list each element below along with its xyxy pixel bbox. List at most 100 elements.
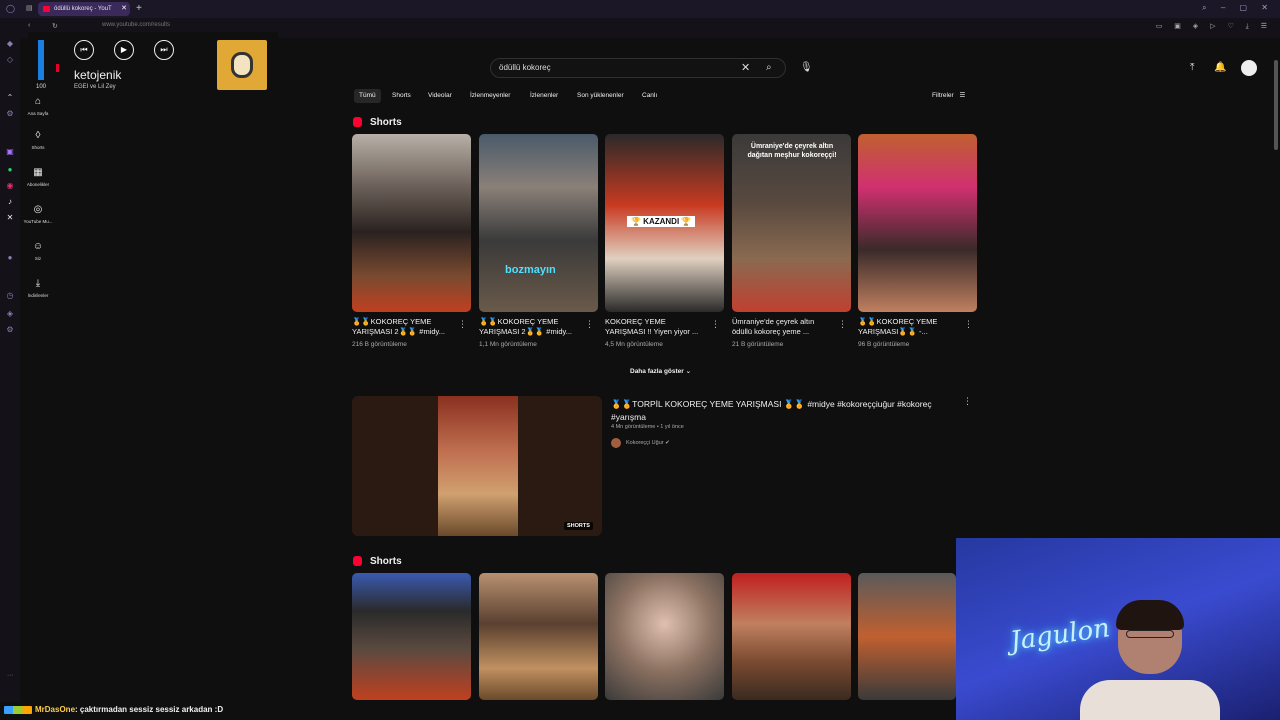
show-more-button[interactable]: Daha fazla göster ⌄ [630,367,691,375]
avatar[interactable] [1241,60,1257,76]
sidebar-settings-icon[interactable]: ⚙ [4,108,16,120]
volume-fill [38,40,44,80]
chip-recent[interactable]: Son yüklenenler [572,89,629,103]
back-icon[interactable]: ‹ [28,22,30,29]
short-thumbnail[interactable] [732,573,851,700]
short-thumbnail[interactable] [479,573,598,700]
thumbnail-overlay-text: 🏆 KAZANDI 🏆 [627,216,696,227]
chip-all[interactable]: Tümü [354,89,381,103]
recording-indicator [56,64,59,72]
previous-track-button[interactable]: ⏮ [74,40,94,60]
browser-tab-bar [0,0,1280,18]
short-thumbnail-3[interactable]: 🏆 KAZANDI 🏆 [605,134,724,312]
short-title[interactable]: 🏅🏅KOKOREÇ YEME YARIŞMASI 2🏅🏅 #midy... [479,317,579,337]
search-icon[interactable]: ⌕ [766,62,772,73]
album-art [217,40,267,90]
guide-downloads[interactable]: ⤓ İndirilenler [20,278,56,298]
sidebar-whatsapp-icon[interactable]: ● [4,164,16,176]
short-thumbnail[interactable] [352,573,471,700]
next-track-button[interactable]: ⏭ [154,40,174,60]
sidebar-aria-icon[interactable]: ◆ [4,38,16,50]
guide-subscriptions[interactable]: ▦ Abonelikler [20,167,56,187]
guide-you[interactable]: ☺ Siz [20,241,56,261]
guide-label: Ana Sayfa [27,111,49,116]
short-thumbnail[interactable] [858,573,956,700]
scrollbar[interactable] [1274,60,1278,150]
video-title[interactable]: 🏅🏅TORPİL KOKOREÇ YEME YARIŞMASI 🏅🏅 #midy… [611,398,951,424]
reload-icon[interactable]: ↻ [52,22,58,30]
notifications-bell-icon[interactable]: 🔔 [1214,62,1226,73]
browser-tab-active[interactable]: ödüllü kokoreç - YouT ✕ [38,2,130,16]
more-options-icon[interactable]: ⋮ [838,319,847,330]
microphone-icon[interactable]: 🎙 [800,62,813,73]
opera-logo-icon[interactable]: ◯ [6,4,15,13]
sidebar-arrow-icon[interactable]: ⌃ [4,92,16,104]
more-options-icon[interactable]: ⋮ [458,319,467,330]
short-views: 216 B görüntüleme [352,341,407,348]
webcam-glasses [1126,630,1174,638]
short-thumbnail-4[interactable]: Ümraniye'de çeyrek altın dağıtan meşhur … [732,134,851,312]
filters-button[interactable]: Filtreler ☰ [932,91,965,99]
chip-watched[interactable]: İzlenenler [525,89,563,103]
new-tab-button[interactable]: + [136,2,142,16]
filters-label: Filtreler [932,92,954,99]
short-views: 4,5 Mn görüntüleme [605,341,663,348]
chip-live[interactable]: Canlı [637,89,662,103]
webcam-hair [1116,600,1184,630]
guide-shorts[interactable]: ◊ Shorts [20,130,56,150]
sidebar-player-icon[interactable]: ● [4,252,16,264]
shorts-heading: Shorts [370,117,402,128]
thumbnail-overlay-text: Ümraniye'de çeyrek altın dağıtan meşhur … [747,143,837,159]
channel-avatar[interactable] [611,438,621,448]
volume-slider[interactable] [38,40,44,80]
video-thumbnail[interactable] [352,396,602,536]
sidebar-tiktok-icon[interactable]: ♪ [4,196,16,208]
more-options-icon[interactable]: ⋮ [964,319,973,330]
short-title[interactable]: 🏅🏅KOKOREÇ YEME YARIŞMASI🏅🏅 -... [858,317,958,337]
short-title[interactable]: KOKOREÇ YEME YARIŞMASI !! Yiyen yiyor ..… [605,317,705,337]
thumbnail-overlay-text: bozmayın [505,264,556,276]
sidebar-instagram-icon[interactable]: ◉ [4,180,16,192]
chip-shorts[interactable]: Shorts [387,89,416,103]
filters-icon: ☰ [959,92,966,99]
chat-username: MrDasOne [35,705,76,714]
sidebar-history-icon[interactable]: ◷ [4,290,16,302]
sidebar-shop-icon[interactable]: ◇ [4,54,16,66]
short-thumbnail-5[interactable] [858,134,977,312]
upload-icon[interactable]: ⤒ [1190,62,1194,73]
short-views: 1,1 Mn görüntüleme [479,341,537,348]
short-thumbnail[interactable] [605,573,724,700]
chip-videos[interactable]: Videolar [423,89,457,103]
guide-label: İndirilenler [27,293,49,298]
guide-youtube-music[interactable]: ◎ YouTube Mu... [20,204,56,224]
window-controls[interactable]: ⌕ – ▢ ✕ [1202,3,1274,13]
short-title[interactable]: Ümraniye'de çeyrek altın ödüllü kokoreç … [732,317,832,337]
guide-home[interactable]: ⌂ Ana Sayfa [20,96,56,116]
sidebar-twitch-icon[interactable]: ▣ [4,146,16,158]
extension-icons[interactable]: ▭ ▣ ◈ ▷ ♡ ⤓ ☰ [1156,22,1272,31]
channel-name[interactable]: Kokoreççi Uğur ✔ [626,440,670,446]
more-options-icon[interactable]: ⋮ [711,319,720,330]
guide-label: YouTube Mu... [23,219,53,224]
sidebar-x-icon[interactable]: ✕ [4,212,16,224]
chip-unwatched[interactable]: İzlenmeyenler [465,89,515,103]
short-title[interactable]: 🏅🏅KOKOREÇ YEME YARIŞMASI 2🏅🏅 #midy... [352,317,452,337]
more-options-icon[interactable]: ⋮ [963,396,972,407]
sidebar-extensions-icon[interactable]: ⚙ [4,324,16,336]
play-button[interactable]: ▶ [114,40,134,60]
shorts-logo-icon [353,117,362,127]
tab-close-icon[interactable]: ✕ [121,2,127,16]
clear-search-icon[interactable]: ✕ [741,61,750,74]
more-options-icon[interactable]: ⋮ [585,319,594,330]
sidebar-more-icon[interactable]: ⋯ [4,670,16,682]
video-meta: 4 Mn görüntüleme • 1 yıl önce [611,424,684,430]
sidebar-pinboard-icon[interactable]: ◈ [4,308,16,320]
short-thumbnail-2[interactable]: bozmayın [479,134,598,312]
home-icon: ⌂ [34,96,42,107]
short-thumbnail-1[interactable] [352,134,471,312]
url-field[interactable]: www.youtube.com/results [102,22,170,28]
song-title: ketojenik [74,68,122,82]
workspaces-icon[interactable]: ▤ [26,4,33,12]
shorts-icon: ◊ [35,130,41,141]
subscriptions-icon: ▦ [33,167,43,178]
